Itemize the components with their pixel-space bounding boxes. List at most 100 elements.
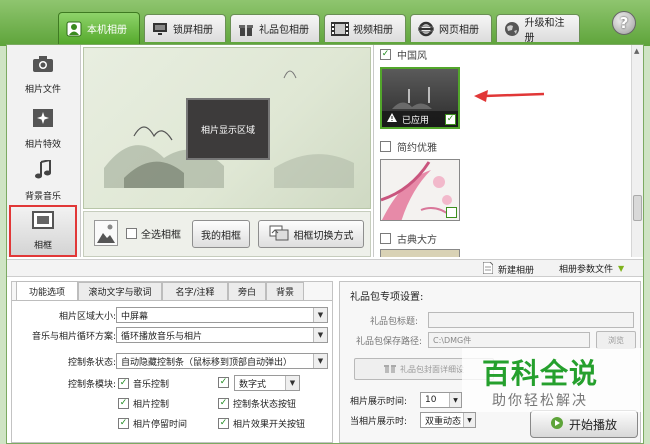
display-time-spinner[interactable]: 10 ▼ [420, 392, 462, 408]
sidebar-item-background-music[interactable]: 背景音乐 [9, 155, 77, 207]
gift-title-label: 礼品包标题: [370, 317, 419, 327]
checkbox-box[interactable]: ✓ [118, 378, 129, 389]
area-size-select[interactable]: 中屏幕 ▼ [116, 307, 328, 323]
gift-path-input[interactable]: C:\DMG件 [428, 332, 590, 348]
my-frames-label: 我的相框 [201, 230, 241, 242]
chevron-down-icon[interactable]: ▼ [463, 413, 475, 427]
warning-icon [387, 113, 397, 125]
module-photo-effect-switch[interactable]: ✓ 相片效果开关按钮 [218, 417, 305, 430]
display-time-label: 相片展示时间: [350, 397, 408, 407]
photo-display-area: 相片显示区域 [186, 98, 270, 160]
start-playback-button[interactable]: 开始播放 [530, 410, 638, 438]
tab-label: 名字/注释 [175, 288, 215, 298]
frame-switch-mode-button[interactable]: 相框切换方式 [258, 220, 364, 248]
tab-label: 礼品包相册 [259, 25, 309, 36]
browse-button[interactable]: 浏览 [596, 331, 636, 349]
module-control-bar-state-button[interactable]: ✓ 控制条状态按钮 [218, 397, 296, 410]
gift-title-input[interactable] [428, 312, 634, 328]
checkbox-box[interactable]: ✓ [118, 418, 129, 429]
album-params-button[interactable]: 相册参数文件 ▼ [559, 262, 624, 275]
module-label: 相片控制 [133, 400, 170, 410]
current-display-select[interactable]: 双重动态 ▼ [420, 412, 476, 428]
sidebar-item-photo-effects[interactable]: 相片特效 [9, 103, 77, 155]
module-photo-stay-time[interactable]: ✓ 相片停留时间 [118, 417, 187, 430]
sidebar-item-label: 相框 [33, 241, 52, 251]
frame-thumbnail-classic[interactable] [380, 249, 460, 257]
chevron-down-icon[interactable]: ▼ [285, 376, 299, 390]
frame-group-classic[interactable]: 古典大方 [380, 231, 437, 246]
tab-background[interactable]: 背景 [266, 282, 304, 300]
tab-label: 背景 [275, 288, 294, 298]
current-display-value: 双重动态 [425, 416, 462, 427]
checkbox-box[interactable] [126, 228, 137, 239]
checkbox-box[interactable] [380, 141, 391, 152]
module-music-control[interactable]: ✓ 音乐控制 [118, 377, 169, 390]
applied-label: 已应用 [402, 115, 430, 126]
module-photo-control[interactable]: ✓ 相片控制 [118, 397, 169, 410]
frame-thumbnail-chinese[interactable]: 已应用 ✓ [380, 67, 460, 129]
checkbox-box[interactable] [380, 233, 391, 244]
help-button[interactable]: ? [612, 11, 636, 35]
checkbox-box[interactable]: ✓ [380, 49, 391, 60]
gift-settings-title: 礼品包专项设置: [350, 292, 424, 303]
tab-lockscreen-album[interactable]: 锁屏相册 [144, 14, 226, 42]
new-album-button[interactable]: 新建相册 [482, 261, 535, 277]
gift-icon [237, 20, 255, 38]
tab-video-album[interactable]: 视频相册 [324, 14, 406, 42]
scroll-up-icon[interactable]: ▲ [634, 47, 639, 55]
tab-gift-album[interactable]: 礼品包相册 [230, 14, 320, 42]
chevron-down-icon[interactable]: ▼ [313, 354, 327, 368]
frame-image-icon [94, 220, 118, 246]
sidebar-item-frame[interactable]: 相框 [9, 205, 77, 257]
gift-path-value: C:\DMG件 [433, 335, 472, 345]
tab-name-notes[interactable]: 名字/注释 [162, 282, 228, 300]
chevron-down-icon[interactable]: ▼ [449, 393, 461, 407]
tab-local-album[interactable]: 本机相册 [58, 12, 140, 44]
tab-label: 旁白 [237, 288, 256, 298]
tab-scrolling-lyrics[interactable]: 滚动文字与歌词 [78, 282, 162, 300]
tab-upgrade-register[interactable]: 升级和注册 [496, 14, 580, 44]
function-options-body: 相片区域大小: 中屏幕 ▼ 音乐与相片循环方案: 循环播放音乐与相片 ▼ 控制条… [12, 300, 332, 442]
control-bar-state-select[interactable]: 自动隐藏控制条（鼠标移到顶部自动弹出） ▼ [116, 353, 328, 369]
checkbox-box[interactable]: ✓ [118, 398, 129, 409]
scrollbar-thumb[interactable] [633, 195, 642, 221]
frame-thumbnail-elegant[interactable] [380, 159, 460, 221]
thumbnail-checkbox[interactable]: ✓ [445, 114, 456, 125]
checkbox-box[interactable]: ✓ [218, 398, 229, 409]
tab-narration[interactable]: 旁白 [228, 282, 266, 300]
album-params-label: 相册参数文件 [559, 265, 614, 275]
function-options-panel: 功能选项 滚动文字与歌词 名字/注释 旁白 背景 相片区域大小: 中屏幕 ▼ 音… [11, 281, 333, 443]
sidebar: 相片文件 相片特效 背景音乐 相框 [7, 45, 81, 257]
chevron-down-icon[interactable]: ▼ [313, 308, 327, 322]
my-frames-button[interactable]: 我的相框 [192, 220, 250, 248]
frame-group-chinese-style[interactable]: ✓ 中国风 [380, 47, 427, 62]
select-all-frames-checkbox[interactable]: 全选相框 [126, 226, 181, 241]
sidebar-item-label: 背景音乐 [24, 192, 61, 202]
tab-label: 功能选项 [28, 288, 65, 298]
module-digital-select[interactable]: 数字式 ▼ [234, 375, 300, 391]
frame-list-scrollbar[interactable]: ▲ [631, 45, 643, 257]
dropdown-triangle-icon: ▼ [618, 264, 625, 273]
help-icon: ? [619, 14, 629, 32]
control-bar-state-value: 自动隐藏控制条（鼠标移到顶部自动弹出） [121, 357, 293, 368]
tab-function-options[interactable]: 功能选项 [16, 281, 78, 301]
frame-group-simple-elegant[interactable]: 简约优雅 [380, 139, 437, 154]
monitor-icon [151, 20, 169, 38]
sidebar-item-photo-files[interactable]: 相片文件 [9, 49, 77, 101]
tab-label: 升级和注册 [524, 17, 565, 44]
browse-label: 浏览 [608, 335, 624, 345]
ink-thumbnail-art [392, 87, 432, 109]
loop-scheme-select[interactable]: 循环播放音乐与相片 ▼ [116, 327, 328, 343]
checkbox-box[interactable]: ✓ [218, 377, 229, 388]
new-album-label: 新建相册 [498, 266, 535, 276]
red-arrow-annotation-icon [474, 90, 545, 102]
area-size-value: 中屏幕 [121, 311, 149, 322]
checkbox-box[interactable]: ✓ [218, 418, 229, 429]
chevron-down-icon[interactable]: ▼ [313, 328, 327, 342]
tab-web-album[interactable]: 网页相册 [410, 14, 492, 42]
module-label: 数字式 [239, 379, 267, 390]
thumbnail-checkbox[interactable] [446, 207, 457, 218]
current-display-label: 当相片展示时: [350, 417, 408, 427]
frame-list: ✓ 中国风 已应用 ✓ 简约优雅 古典大方 ▲ [373, 45, 643, 257]
module-digital[interactable]: ✓ [218, 377, 229, 388]
